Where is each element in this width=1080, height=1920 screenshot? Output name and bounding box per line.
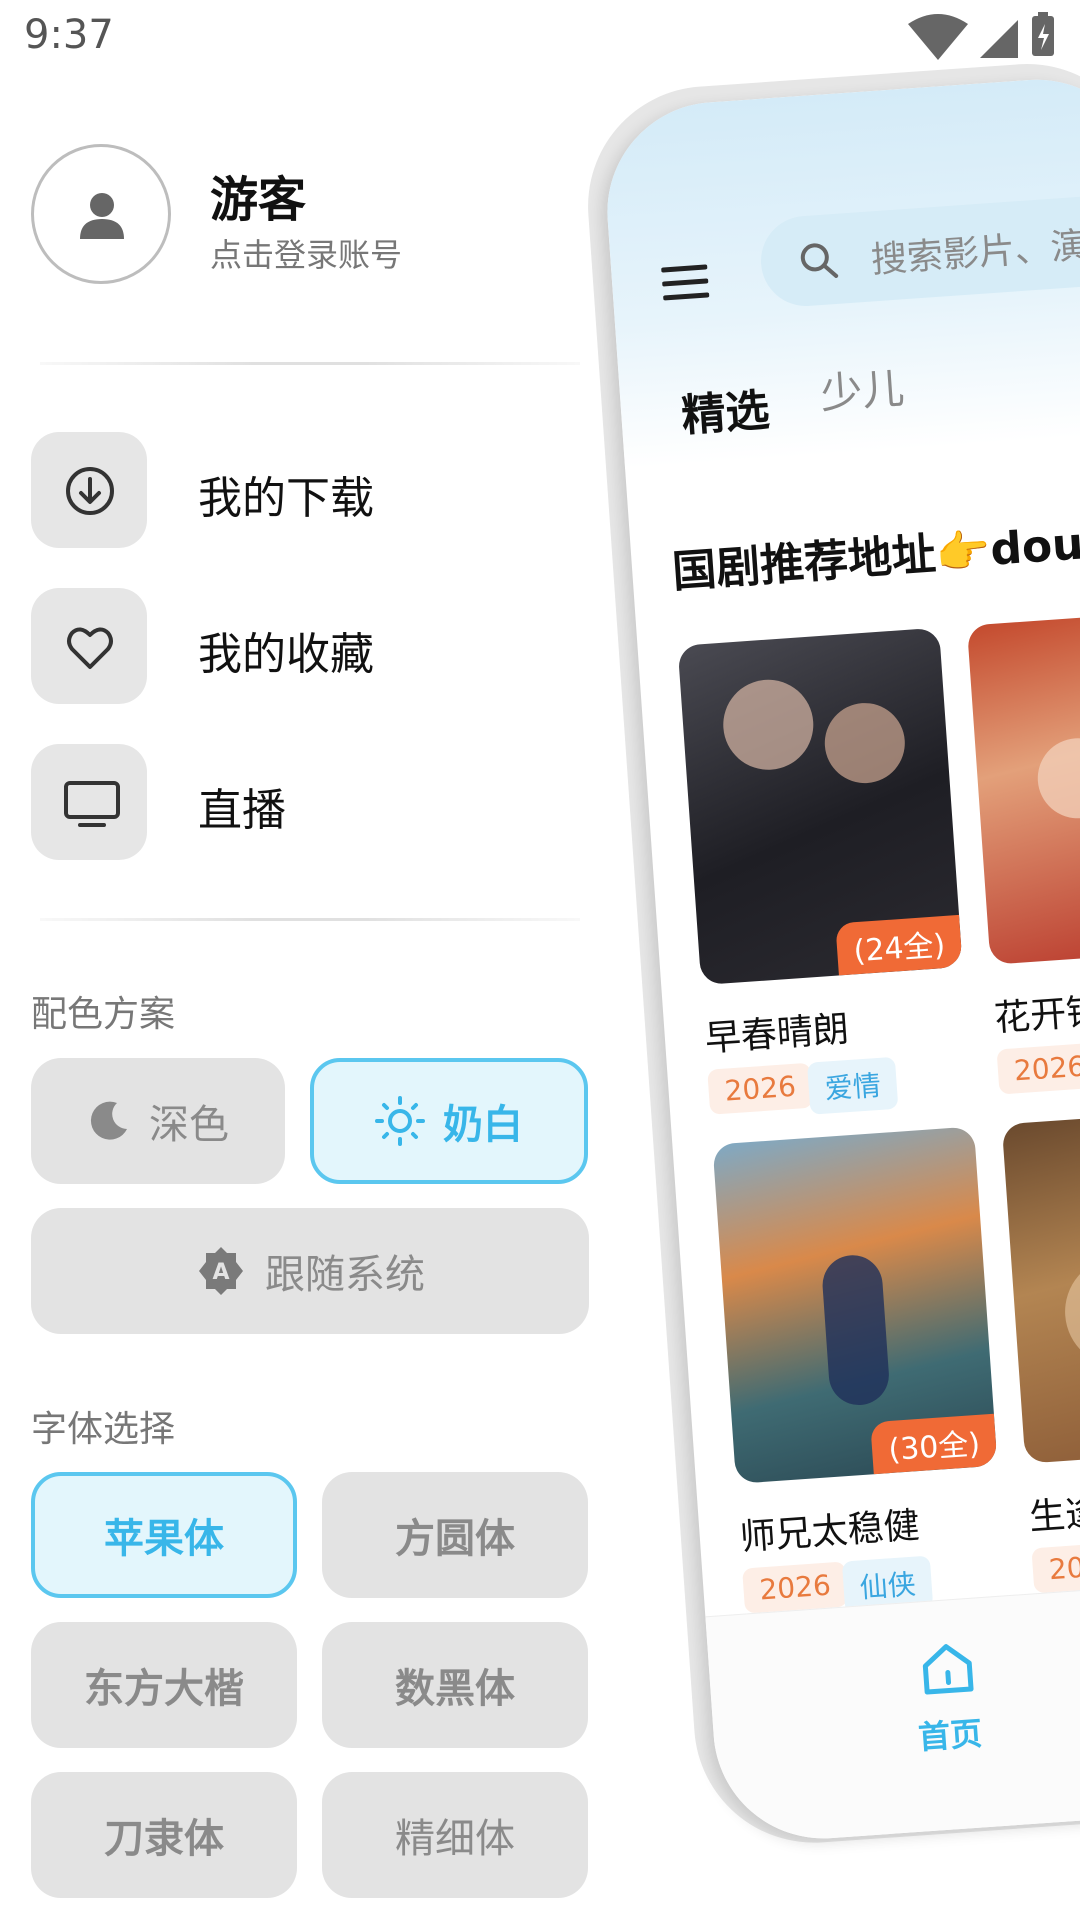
preview-search-bar[interactable]: 搜索影片、演 xyxy=(758,189,1080,310)
preview-header: 搜索影片、演 精选 少儿 xyxy=(600,72,1080,470)
tv-icon xyxy=(64,781,120,827)
card-title[interactable]: 师兄太稳健 xyxy=(738,1496,921,1560)
card-title[interactable]: 早春晴朗 xyxy=(703,1000,851,1062)
tab-kids[interactable]: 少儿 xyxy=(818,355,906,422)
status-time: 9:37 xyxy=(24,12,114,58)
tab-featured[interactable]: 精选 xyxy=(679,374,771,444)
avatar[interactable] xyxy=(31,144,171,284)
download-button[interactable] xyxy=(31,432,147,548)
user-name[interactable]: 游客 xyxy=(210,160,306,230)
home-icon[interactable] xyxy=(918,1639,978,1703)
episode-badge: (30全) xyxy=(870,1413,998,1475)
auto-brightness-icon: A xyxy=(195,1245,247,1297)
section-heading: 国剧推荐地址👉douy xyxy=(670,516,1080,599)
genre-tag: 爱情 xyxy=(806,1056,899,1115)
year-tag: 2026 xyxy=(996,1042,1080,1095)
favorites-button[interactable] xyxy=(31,588,147,704)
font-section-title: 字体选择 xyxy=(31,1409,176,1450)
theme-light-button[interactable]: 奶白 xyxy=(310,1058,588,1184)
theme-light-label: 奶白 xyxy=(443,1102,523,1148)
menu-label-live[interactable]: 直播 xyxy=(198,774,286,838)
year-tag: 2026 xyxy=(707,1062,814,1115)
divider xyxy=(40,362,580,365)
poster-image[interactable]: (30全) xyxy=(712,1126,998,1484)
poster-image[interactable] xyxy=(1001,1106,1080,1464)
poster-image[interactable] xyxy=(966,607,1080,965)
poster-image[interactable]: (24全) xyxy=(677,627,963,986)
heart-icon xyxy=(67,627,113,669)
font-option-fangyuan[interactable]: 方圆体 xyxy=(322,1472,588,1598)
font-option-dongfang[interactable]: 东方大楷 xyxy=(31,1622,297,1748)
theme-dark-button[interactable]: 深色 xyxy=(31,1058,285,1184)
menu-label-favorites[interactable]: 我的收藏 xyxy=(198,618,374,682)
font-option-apple[interactable]: 苹果体 xyxy=(31,1472,297,1598)
year-tag: 2026 xyxy=(1031,1541,1080,1594)
sun-icon xyxy=(375,1096,425,1146)
battery-icon xyxy=(1032,12,1054,56)
download-icon xyxy=(66,467,114,515)
bottom-nav: 首页 xyxy=(705,1578,1080,1846)
svg-text:A: A xyxy=(212,1260,229,1285)
menu-label-download[interactable]: 我的下载 xyxy=(198,462,374,526)
search-placeholder: 搜索影片、演 xyxy=(869,225,1080,282)
card-title[interactable]: 花开锦绣 xyxy=(992,980,1080,1042)
wifi-icon xyxy=(908,14,968,60)
card-title[interactable]: 生逢其时 xyxy=(1027,1479,1080,1541)
episode-badge: (24全) xyxy=(835,914,963,976)
phone-preview: 搜索影片、演 精选 少儿 国剧推荐地址👉douy (24全) 早春晴朗 2026… xyxy=(600,72,1080,1846)
font-option-daoli[interactable]: 刀隶体 xyxy=(31,1772,297,1898)
nav-home-label[interactable]: 首页 xyxy=(917,1708,984,1758)
login-prompt[interactable]: 点击登录账号 xyxy=(210,230,402,276)
theme-system-label: 跟随系统 xyxy=(265,1252,425,1298)
font-option-jingxi[interactable]: 精细体 xyxy=(322,1772,588,1898)
status-icons xyxy=(906,10,1056,60)
theme-dark-label: 深色 xyxy=(149,1102,229,1148)
signal-icon xyxy=(980,20,1018,58)
live-button[interactable] xyxy=(31,744,147,860)
font-option-shuhei[interactable]: 数黑体 xyxy=(322,1622,588,1748)
person-icon xyxy=(80,193,124,239)
theme-section-title: 配色方案 xyxy=(31,994,176,1035)
menu-icon[interactable] xyxy=(660,263,710,306)
divider xyxy=(40,918,580,921)
year-tag: 2026 xyxy=(742,1561,849,1614)
theme-system-button[interactable]: A 跟随系统 xyxy=(31,1208,589,1334)
moon-icon xyxy=(87,1099,131,1143)
search-icon xyxy=(798,240,841,287)
